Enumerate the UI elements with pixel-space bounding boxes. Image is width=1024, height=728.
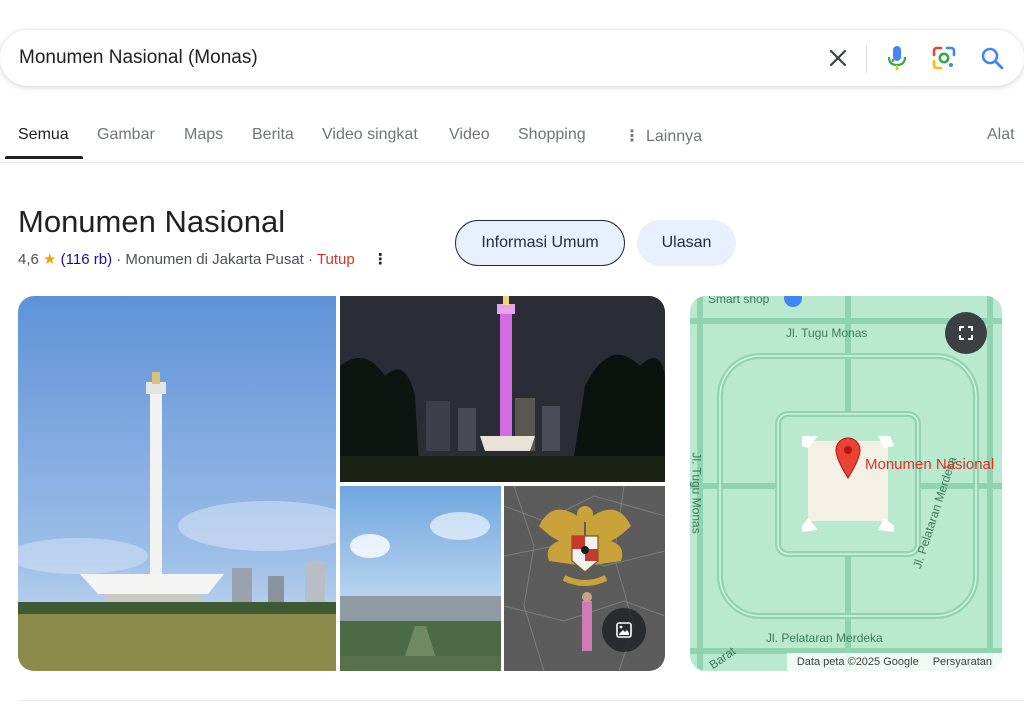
map-preview[interactable]: Smart shop Jl. Tugu Monas Jl. Tugu Monas… xyxy=(690,296,1002,671)
tools-button[interactable]: Alat xyxy=(987,126,1015,144)
map-data-credit: Data peta ©2025 Google xyxy=(796,656,919,668)
tab-more[interactable]: ⋮ Lainnya xyxy=(624,126,702,146)
more-vert-icon: ⋮ xyxy=(624,128,640,145)
entity-title: Monumen Nasional xyxy=(18,204,286,239)
map-label-south-road: Jl. Pelataran Merdeka xyxy=(766,631,883,645)
tab-semua[interactable]: Semua xyxy=(18,126,69,144)
tab-maps[interactable]: Maps xyxy=(184,126,223,144)
search-input[interactable]: Monumen Nasional (Monas) xyxy=(19,47,258,69)
rating-value: 4,6 xyxy=(18,251,39,268)
general-info-chip[interactable]: Informasi Umum xyxy=(455,220,625,266)
entity-subtitle: 4,6 ★ (116 rb) · Monumen di Jakarta Pusa… xyxy=(18,250,388,268)
reviews-chip[interactable]: Ulasan xyxy=(637,220,736,266)
photo-city-view[interactable] xyxy=(340,486,501,671)
open-status: Tutup xyxy=(316,251,355,268)
star-icon: ★ xyxy=(43,251,57,268)
review-count-link[interactable]: (116 rb) xyxy=(61,251,112,268)
image-gallery-icon[interactable] xyxy=(602,608,646,652)
map-label-west-road: Jl. Tugu Monas xyxy=(690,452,704,534)
tab-more-label: Lainnya xyxy=(646,128,703,145)
section-divider xyxy=(18,700,1024,701)
search-bar[interactable]: Monumen Nasional (Monas) xyxy=(0,30,1024,86)
map-label-shop: Smart shop xyxy=(708,296,770,306)
active-tab-indicator xyxy=(5,156,83,159)
map-label-north-road: Jl. Tugu Monas xyxy=(786,326,868,340)
tab-video[interactable]: Video xyxy=(449,126,490,144)
search-icon[interactable] xyxy=(978,44,1006,72)
map-terms-link[interactable]: Persyaratan xyxy=(933,656,992,668)
expand-map-icon[interactable] xyxy=(945,312,987,354)
google-lens-icon[interactable] xyxy=(930,44,958,72)
tab-shopping[interactable]: Shopping xyxy=(518,126,586,144)
photo-monas-day[interactable] xyxy=(18,296,336,671)
more-options-icon[interactable]: ⋮ xyxy=(373,250,388,268)
map-attribution: Data peta ©2025 Google Persyaratan xyxy=(786,653,1002,671)
tab-berita[interactable]: Berita xyxy=(252,126,294,144)
search-tabs: Semua Gambar Maps Berita Video singkat V… xyxy=(0,112,1024,163)
tab-video-singkat[interactable]: Video singkat xyxy=(322,126,418,144)
map-roads xyxy=(690,296,1002,671)
clear-icon[interactable] xyxy=(824,44,852,72)
microphone-icon[interactable] xyxy=(883,44,911,72)
photo-monas-night[interactable] xyxy=(340,296,665,482)
search-divider xyxy=(866,45,867,73)
entity-category: · Monumen di Jakarta Pusat · xyxy=(116,251,314,268)
map-poi-label: Monumen Nasional xyxy=(865,456,995,473)
tab-gambar[interactable]: Gambar xyxy=(97,126,155,144)
